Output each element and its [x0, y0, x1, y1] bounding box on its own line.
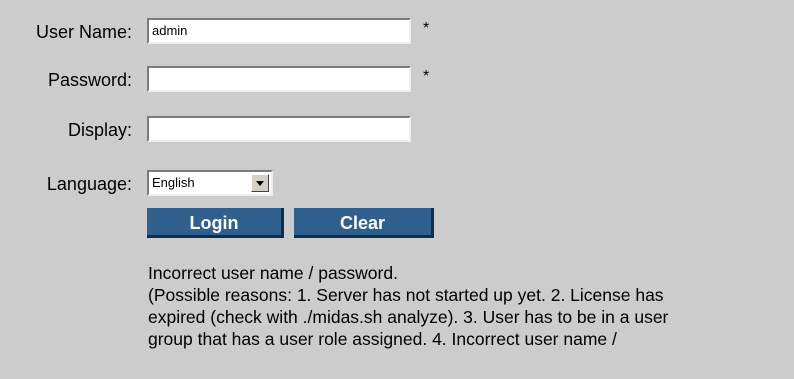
- username-required-mark: *: [423, 20, 430, 37]
- display-row: Display:: [0, 116, 794, 144]
- username-field[interactable]: admin: [147, 18, 411, 44]
- language-label: Language:: [46, 174, 132, 194]
- password-row: Password: *: [0, 66, 794, 94]
- error-line: (Possible reasons: 1. Server has not sta…: [148, 285, 664, 305]
- error-line: group that has a user role assigned. 4. …: [148, 329, 617, 349]
- password-required-mark: *: [423, 68, 430, 85]
- chevron-down-icon[interactable]: [251, 174, 269, 192]
- display-field[interactable]: [147, 116, 411, 142]
- language-selected-value: English: [152, 175, 195, 190]
- language-select[interactable]: English: [147, 170, 273, 196]
- error-line: Incorrect user name / password.: [148, 263, 398, 283]
- display-label: Display:: [67, 120, 132, 140]
- error-line: expired (check with ./midas.sh analyze).…: [148, 307, 669, 327]
- password-field[interactable]: [147, 66, 411, 92]
- login-button[interactable]: Login: [147, 208, 284, 238]
- clear-button[interactable]: Clear: [294, 208, 434, 238]
- language-row: Language: English: [0, 170, 794, 198]
- username-label: User Name:: [35, 22, 132, 42]
- username-row: User Name: admin *: [0, 18, 794, 46]
- password-label: Password:: [47, 70, 132, 90]
- error-message: Incorrect user name / password. (Possibl…: [148, 262, 794, 350]
